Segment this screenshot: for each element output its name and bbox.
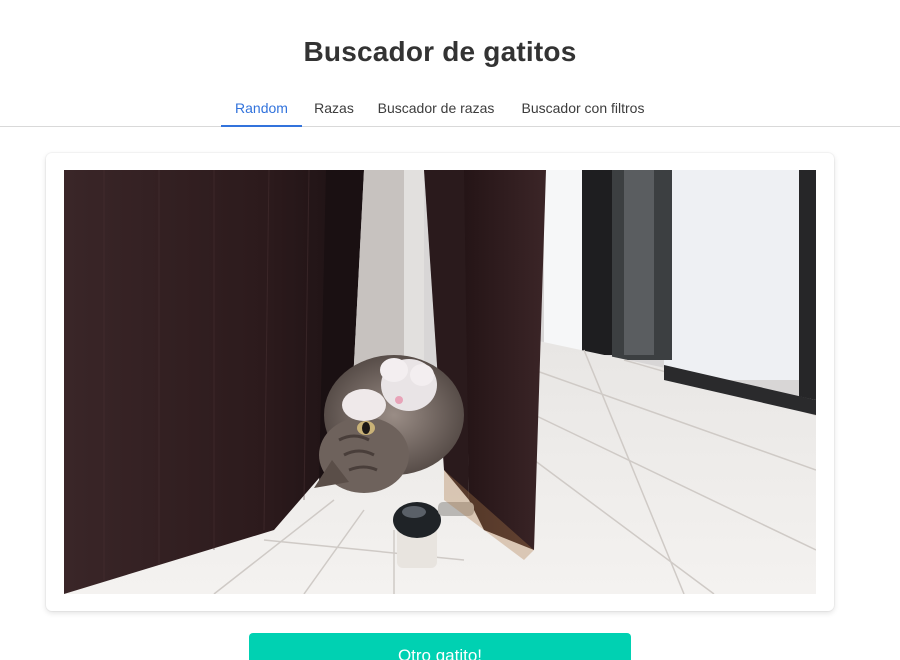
cat-photo-illustration [64,170,816,594]
cat-image-card [46,153,834,611]
tab-bar: Random Razas Buscador de razas Buscador … [0,88,900,127]
tab-buscador-con-filtros[interactable]: Buscador con filtros [510,88,656,125]
tab-random[interactable]: Random [221,88,302,127]
page: Buscador de gatitos Random Razas Buscado… [0,0,900,660]
tab-buscador-de-razas[interactable]: Buscador de razas [368,88,504,125]
tab-razas[interactable]: Razas [306,88,362,125]
another-cat-button[interactable]: Otro gatito! [249,633,631,660]
page-title: Buscador de gatitos [303,36,577,67]
cat-photo [64,170,816,594]
